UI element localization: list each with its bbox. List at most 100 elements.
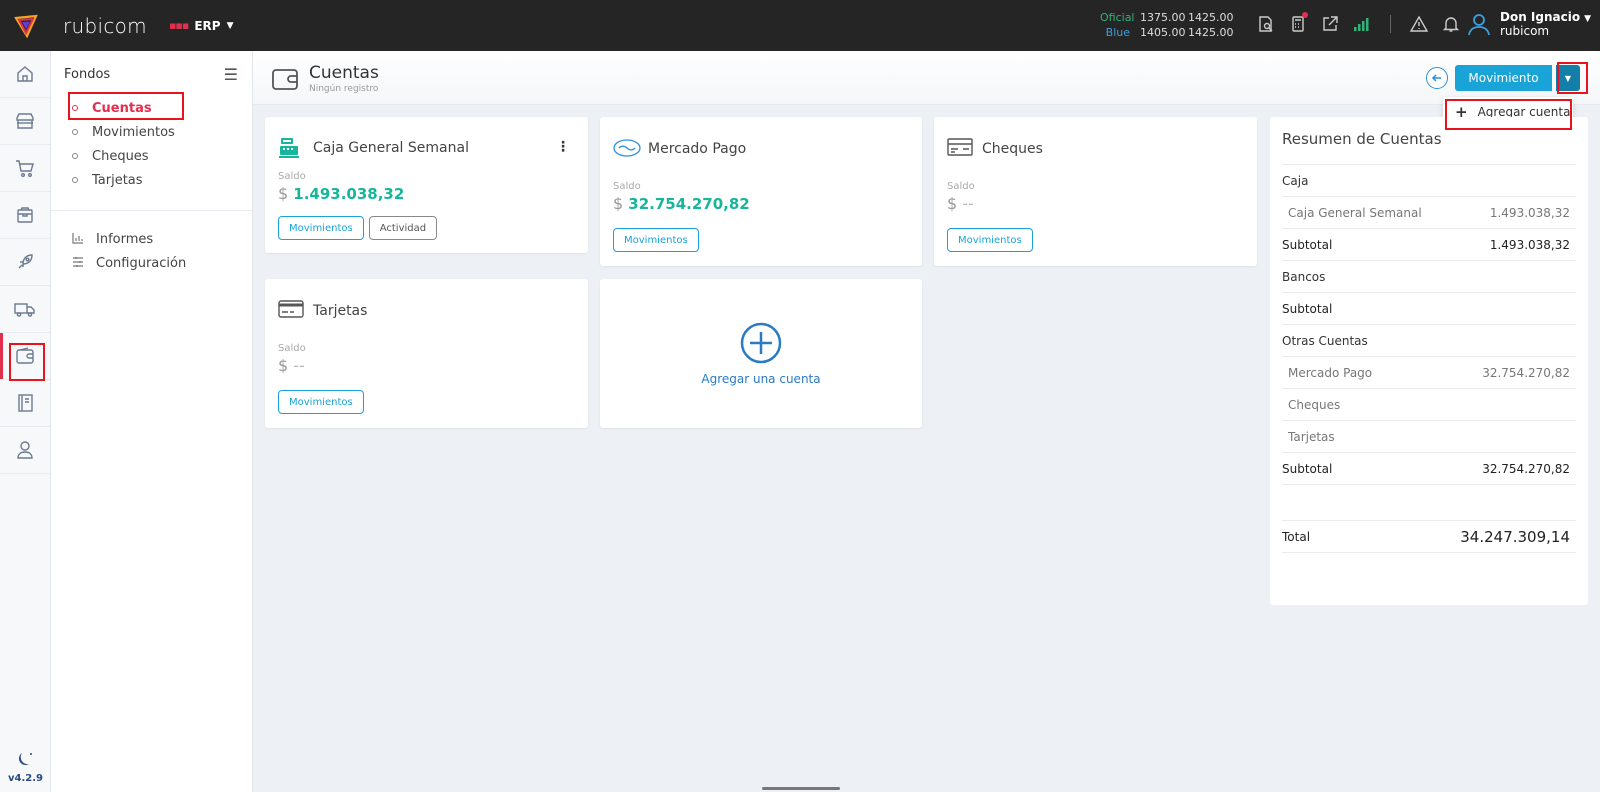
rate-oficial-sell: 1425.00 bbox=[1188, 11, 1234, 24]
movimientos-button[interactable]: Movimientos bbox=[278, 390, 364, 414]
subtotal-label: Subtotal bbox=[1282, 301, 1333, 316]
user-name: Don Ignacio bbox=[1500, 10, 1581, 24]
submenu-item-informes[interactable]: Informes bbox=[51, 227, 252, 251]
rail-truck[interactable] bbox=[0, 286, 50, 333]
submenu-item-label: Configuración bbox=[96, 255, 187, 271]
calculator-icon[interactable] bbox=[1288, 12, 1308, 34]
subtotal-label: Subtotal bbox=[1282, 461, 1333, 476]
account-card-tarjetas: Tarjetas Saldo $ -- Movimientos bbox=[265, 279, 588, 428]
hamburger-menu-icon[interactable]: ☰ bbox=[224, 65, 238, 84]
handshake-icon bbox=[613, 139, 641, 157]
module-selector[interactable]: ▪▪▪ ERP ▼ bbox=[169, 19, 234, 33]
submenu-item-label: Cuentas bbox=[92, 100, 152, 116]
submenu-title: Fondos bbox=[64, 67, 111, 82]
submenu-item-movimientos[interactable]: Movimientos bbox=[51, 120, 252, 144]
bullet-icon bbox=[72, 129, 78, 135]
summary-subtotal-bancos: Subtotal bbox=[1282, 293, 1576, 325]
rate-oficial-label: Oficial bbox=[1100, 11, 1135, 24]
rail-rocket[interactable] bbox=[0, 239, 50, 286]
movimiento-button[interactable]: Movimiento bbox=[1455, 65, 1552, 91]
currency-symbol: $ bbox=[947, 194, 958, 213]
top-icons bbox=[1256, 12, 1461, 34]
notification-dot bbox=[1302, 12, 1308, 18]
document-search-icon[interactable] bbox=[1256, 14, 1276, 34]
wallet-icon bbox=[16, 347, 34, 364]
book-icon bbox=[18, 394, 33, 412]
chevron-down-icon: ▼ bbox=[226, 20, 234, 31]
rail-cart[interactable] bbox=[0, 145, 50, 192]
subtotal-value: 1.493.038,32 bbox=[1489, 237, 1570, 252]
wallet-icon bbox=[272, 69, 298, 90]
user-company: rubicom bbox=[1500, 24, 1550, 38]
submenu-item-label: Tarjetas bbox=[92, 172, 143, 188]
accounts-summary: Resumen de Cuentas Caja Caja General Sem… bbox=[1270, 117, 1588, 605]
movimiento-dropdown-toggle[interactable]: ▼ bbox=[1556, 65, 1580, 91]
row-name: Cheques bbox=[1288, 397, 1341, 412]
submenu-item-cuentas[interactable]: Cuentas bbox=[51, 96, 252, 120]
submenu-item-cheques[interactable]: Cheques bbox=[51, 144, 252, 168]
total-label: Total bbox=[1282, 529, 1311, 544]
submenu-item-configuracion[interactable]: Configuración bbox=[51, 251, 252, 275]
rate-blue-buy: 1405.00 bbox=[1140, 26, 1186, 39]
horizontal-scrollbar[interactable] bbox=[762, 787, 840, 790]
account-card-mercado-pago: Mercado Pago Saldo $ 32.754.270,82 Movim… bbox=[600, 117, 922, 266]
rail-store[interactable] bbox=[0, 98, 50, 145]
bell-icon[interactable] bbox=[1441, 14, 1461, 34]
rail-home[interactable] bbox=[0, 51, 50, 98]
cash-register-icon bbox=[279, 138, 299, 158]
movimientos-button[interactable]: Movimientos bbox=[278, 216, 364, 240]
add-account-card[interactable]: Agregar una cuenta bbox=[600, 279, 922, 428]
summary-row: Mercado Pago 32.754.270,82 bbox=[1282, 357, 1576, 389]
actividad-button[interactable]: Actividad bbox=[368, 216, 438, 240]
saldo-label: Saldo bbox=[278, 343, 306, 354]
bullet-icon bbox=[72, 153, 78, 159]
account-card-caja: Caja General Semanal ⋮ Saldo $ 1.493.038… bbox=[265, 117, 588, 253]
page-title: Cuentas bbox=[309, 63, 379, 83]
page-header: Cuentas Ningún registro bbox=[253, 51, 1600, 105]
submenu-item-tarjetas[interactable]: Tarjetas bbox=[51, 168, 252, 192]
spacer bbox=[1282, 485, 1576, 521]
dark-mode-moon-icon[interactable] bbox=[17, 750, 35, 768]
back-button[interactable] bbox=[1426, 67, 1448, 89]
row-name: Caja General Semanal bbox=[1288, 205, 1422, 220]
bullet-icon bbox=[72, 177, 78, 183]
rail-wallet[interactable] bbox=[0, 333, 50, 380]
row-value: 32.754.270,82 bbox=[1482, 365, 1570, 380]
saldo-amount: 1.493.038,32 bbox=[293, 185, 405, 203]
rate-blue-label: Blue bbox=[1105, 26, 1130, 39]
saldo-amount: -- bbox=[293, 356, 305, 375]
warning-icon[interactable] bbox=[1409, 14, 1429, 34]
rail-package[interactable] bbox=[0, 192, 50, 239]
bar-chart-icon bbox=[72, 232, 84, 247]
movimientos-button[interactable]: Movimientos bbox=[613, 228, 699, 252]
user-menu[interactable]: Don Ignacio rubicom ▼ bbox=[1466, 10, 1591, 38]
truck-icon bbox=[14, 303, 35, 317]
check-document-icon bbox=[947, 138, 973, 156]
rate-blue-sell: 1425.00 bbox=[1188, 26, 1234, 39]
account-card-cheques: Cheques Saldo $ -- Movimientos bbox=[934, 117, 1257, 266]
external-link-icon[interactable] bbox=[1320, 14, 1340, 34]
summary-row: Cheques bbox=[1282, 389, 1576, 421]
app-version: v4.2.9 bbox=[8, 773, 43, 784]
user-icon bbox=[17, 441, 33, 459]
section-submenu: Fondos ☰ Cuentas Movimientos Cheques Tar… bbox=[51, 51, 253, 792]
credit-card-icon bbox=[278, 300, 304, 318]
arrow-left-icon bbox=[1431, 74, 1441, 82]
currency-symbol: $ bbox=[278, 184, 289, 203]
top-bar: rubicom ▪▪▪ ERP ▼ Oficial 1375.00 1425.0… bbox=[0, 0, 1600, 51]
movimientos-button[interactable]: Movimientos bbox=[947, 228, 1033, 252]
icon-rail: v4.2.9 bbox=[0, 51, 51, 792]
summary-subtotal-caja: Subtotal 1.493.038,32 bbox=[1282, 229, 1576, 261]
rail-user[interactable] bbox=[0, 427, 50, 474]
divider bbox=[51, 210, 252, 211]
subtotal-value: 32.754.270,82 bbox=[1482, 461, 1570, 476]
rocket-icon bbox=[18, 254, 33, 269]
brand-name: rubicom bbox=[63, 13, 147, 38]
cart-icon bbox=[16, 160, 34, 177]
row-name: Mercado Pago bbox=[1288, 365, 1373, 380]
more-vertical-icon[interactable]: ⋮ bbox=[556, 139, 570, 155]
rail-book[interactable] bbox=[0, 380, 50, 427]
card-title: Mercado Pago bbox=[648, 141, 747, 157]
app-logo[interactable] bbox=[0, 0, 51, 51]
saldo-label: Saldo bbox=[278, 171, 306, 182]
